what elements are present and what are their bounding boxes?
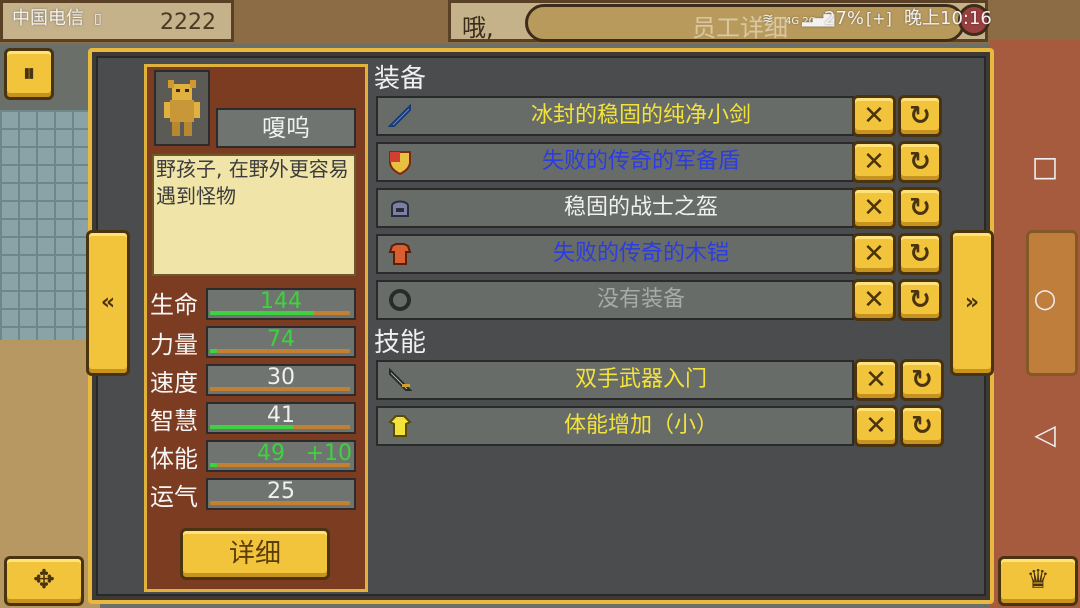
swap-icon: ↻ [909, 285, 931, 315]
equipment-label: 没有装备 [596, 287, 685, 312]
stat-value: 41 [267, 403, 295, 428]
stat-label-wisdom: 智慧 [150, 407, 198, 435]
pause-icon: ⏸ [23, 59, 35, 87]
close-icon: ✕ [865, 365, 887, 395]
close-icon: ✕ [863, 239, 885, 269]
sim-icon: ▯ [94, 11, 102, 27]
close-icon: ✕ [863, 193, 885, 223]
close-icon: ✕ [863, 147, 885, 177]
recent-apps-icon[interactable]: □ [1010, 150, 1080, 183]
carrier-label: 中国电信 [12, 8, 84, 29]
dpad-icon: ✥ [33, 565, 55, 595]
swap-button[interactable]: ↻ [900, 359, 944, 401]
stat-label-strength: 力量 [150, 331, 198, 359]
home-icon[interactable]: ○ [1010, 284, 1080, 314]
remove-button[interactable]: ✕ [854, 359, 898, 401]
equipment-title: 装备 [374, 64, 427, 94]
swap-button[interactable]: ↻ [898, 279, 942, 321]
swap-button[interactable]: ↻ [898, 187, 942, 229]
stat-speed: 30 [206, 364, 356, 396]
stat-hp: 144 [206, 288, 356, 320]
remove-button[interactable]: ✕ [852, 95, 896, 137]
wifi-icon: ≋ [762, 11, 774, 27]
equipment-slot-armor[interactable]: 失败的传奇的木铠 [376, 234, 854, 274]
swap-button[interactable]: ↻ [898, 233, 942, 275]
battery-icon: [+] [866, 9, 892, 28]
back-icon[interactable]: ◁ [1010, 418, 1080, 451]
stat-value: 74 [267, 327, 295, 352]
close-icon: ✕ [863, 285, 885, 315]
skill-slot[interactable]: 体能增加（小） [376, 406, 854, 446]
dpad-button[interactable]: ✥ [4, 556, 84, 606]
background-dialog-text: 哦, [462, 14, 494, 42]
sword-icon [386, 102, 414, 130]
character-name: 嗄呜 [216, 108, 356, 148]
pause-button[interactable]: ⏸ [4, 48, 54, 100]
swap-icon: ↻ [909, 101, 931, 131]
stat-value: 25 [267, 479, 295, 504]
stat-value: 30 [267, 365, 295, 390]
skills-title: 技能 [374, 328, 427, 358]
equipment-label: 失败的传奇的木铠 [552, 241, 729, 266]
battery-percent: 27% [824, 8, 865, 29]
game-background-tiles [0, 110, 100, 340]
stat-strength: 74 [206, 326, 356, 358]
detail-button[interactable]: 详细 [180, 528, 330, 580]
stat-luck: 25 [206, 478, 356, 510]
character-portrait [154, 70, 210, 146]
next-employee-button[interactable]: » [950, 230, 994, 376]
coin-count: 2222 [160, 10, 216, 35]
crown-button[interactable]: ♛ [998, 556, 1078, 606]
warrior-avatar-icon [164, 80, 200, 136]
helmet-icon [386, 194, 414, 222]
close-icon: ✕ [863, 101, 885, 131]
double-chevron-right-icon: » [964, 290, 980, 315]
stat-bonus: +10 [305, 441, 352, 466]
stat-label-hp: 生命 [150, 291, 198, 319]
stat-label-speed: 速度 [150, 369, 198, 397]
equipment-label: 稳固的战士之盔 [563, 195, 718, 220]
swap-icon: ↻ [911, 365, 933, 395]
ring-icon [386, 286, 414, 314]
shield-icon [386, 148, 414, 176]
swap-button[interactable]: ↻ [898, 95, 942, 137]
skill-label: 体能增加（小） [563, 413, 718, 438]
stat-label-luck: 运气 [150, 483, 198, 511]
swap-button[interactable]: ↻ [900, 405, 944, 447]
remove-button[interactable]: ✕ [852, 187, 896, 229]
close-icon: ✕ [865, 411, 887, 441]
equipment-label: 冰封的稳固的纯净小剑 [530, 103, 751, 128]
armor-icon [386, 240, 414, 268]
swap-icon: ↻ [909, 193, 931, 223]
stat-wisdom: 41 [206, 402, 356, 434]
equipment-slot-shield[interactable]: 失败的传奇的军备盾 [376, 142, 854, 182]
swap-button[interactable]: ↻ [898, 141, 942, 183]
previous-employee-button[interactable]: « [86, 230, 130, 376]
equipment-slot-helmet[interactable]: 稳固的战士之盔 [376, 188, 854, 228]
double-chevron-left-icon: « [100, 290, 116, 315]
stamina-icon [386, 412, 414, 440]
skill-label: 双手武器入门 [574, 367, 707, 392]
character-description: 野孩子, 在野外更容易遇到怪物 [152, 154, 356, 276]
crown-icon: ♛ [1026, 565, 1050, 595]
remove-button[interactable]: ✕ [852, 233, 896, 275]
skill-slot[interactable]: 双手武器入门 [376, 360, 854, 400]
clock: 晚上10:16 [904, 8, 992, 29]
remove-button[interactable]: ✕ [852, 279, 896, 321]
swap-icon: ↻ [909, 147, 931, 177]
equipment-slot-accessory[interactable]: 没有装备 [376, 280, 854, 320]
swap-icon: ↻ [911, 411, 933, 441]
swap-icon: ↻ [909, 239, 931, 269]
equipment-label: 失败的传奇的军备盾 [541, 149, 740, 174]
remove-button[interactable]: ✕ [854, 405, 898, 447]
equipment-slot-weapon[interactable]: 冰封的稳固的纯净小剑 [376, 96, 854, 136]
twohand-sword-icon [386, 366, 414, 394]
stat-value: 144 [260, 289, 302, 314]
stat-stamina: 49 +10 [206, 440, 356, 472]
remove-button[interactable]: ✕ [852, 141, 896, 183]
